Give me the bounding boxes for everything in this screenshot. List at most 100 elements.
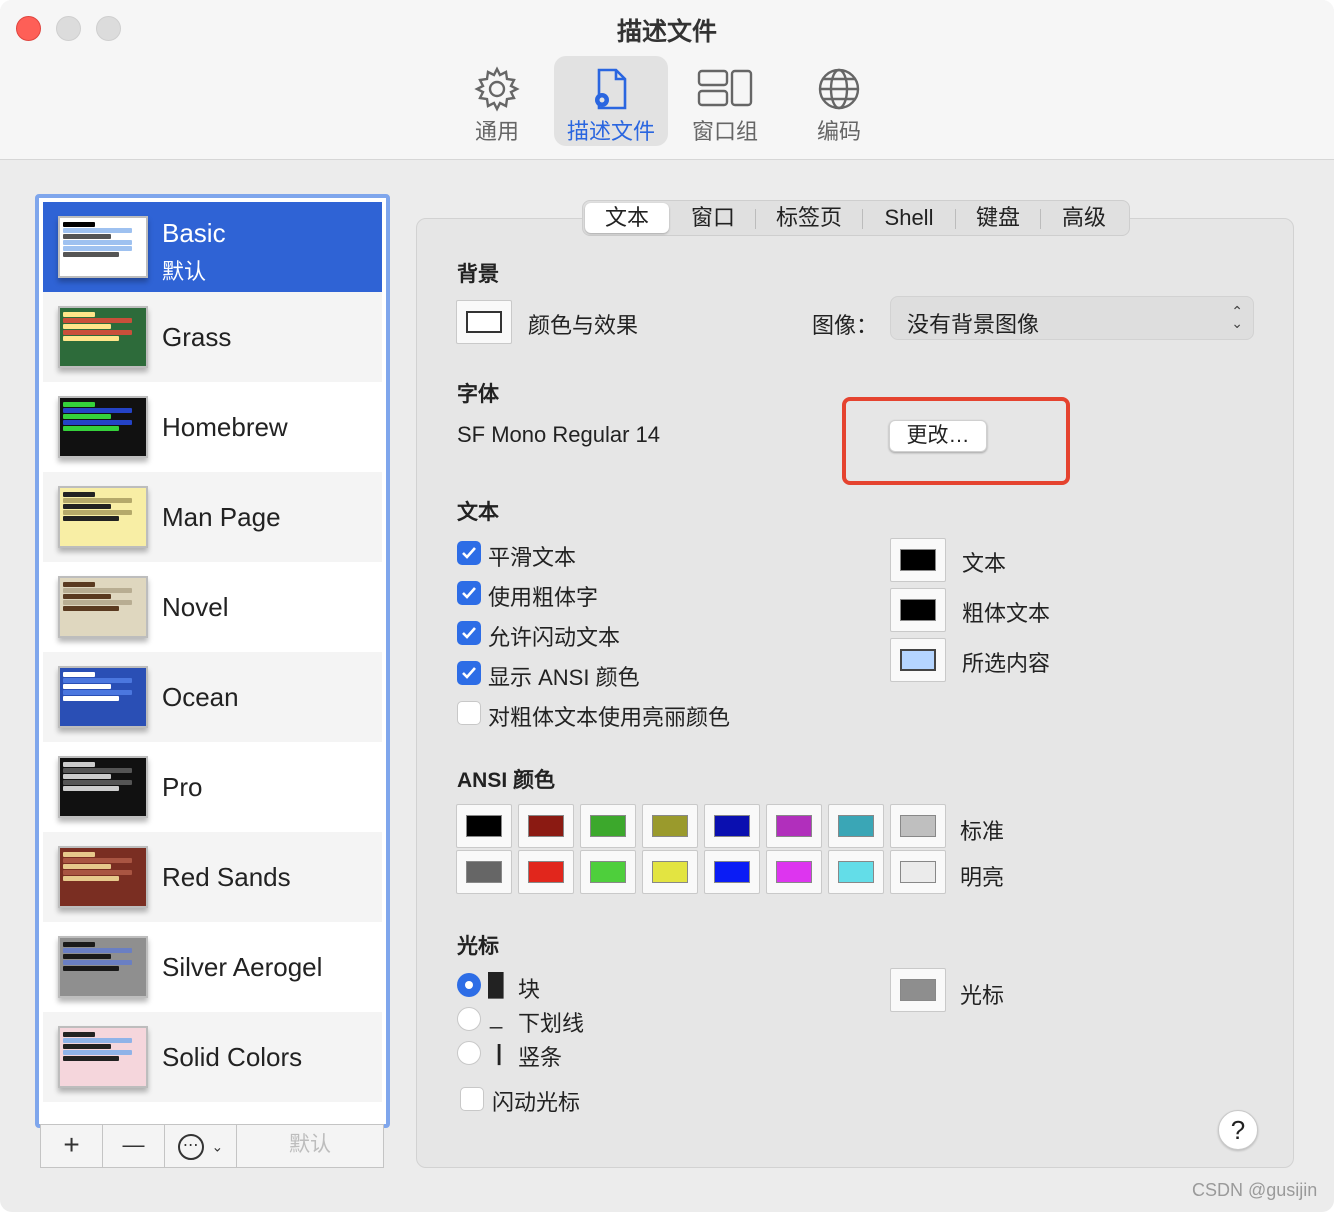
ansi-bright-color-well[interactable]	[580, 850, 636, 894]
selection-color-label: 所选内容	[962, 651, 1051, 676]
profile-item-grass[interactable]: Grass	[43, 292, 382, 382]
profile-document-icon	[595, 68, 627, 110]
ansi-normal-color-well[interactable]	[456, 804, 512, 848]
updown-chevron-icon: ⌃ ⌄	[1231, 303, 1243, 331]
profile-thumbnail	[58, 576, 148, 638]
text-color-well[interactable]	[890, 538, 946, 582]
blink-cursor-label: 闪动光标	[492, 1090, 581, 1115]
bold-fonts-label: 使用粗体字	[488, 585, 599, 610]
ansi-colors-checkbox[interactable]	[457, 661, 481, 685]
profile-thumbnail	[58, 846, 148, 908]
cursor-color-label: 光标	[960, 983, 1005, 1008]
profile-name: Grass	[162, 322, 232, 352]
bold-text-color-well[interactable]	[890, 588, 946, 632]
cursor-underline-radio[interactable]	[457, 1007, 481, 1031]
profile-item-red-sands[interactable]: Red Sands	[43, 832, 382, 922]
profile-thumbnail	[58, 396, 148, 458]
toolbar-label-profiles: 描述文件	[566, 119, 655, 144]
profile-list-controls: + — ⋯ ⌄ 默认	[40, 1124, 384, 1168]
remove-profile-button[interactable]: —	[103, 1125, 165, 1167]
blink-cursor-checkbox[interactable]	[460, 1087, 484, 1111]
ansi-bright-color-well[interactable]	[828, 850, 884, 894]
ansi-bright-color-well[interactable]	[766, 850, 822, 894]
background-image-select[interactable]: 没有背景图像 ⌃ ⌄	[890, 296, 1254, 340]
profile-item-silver-aerogel[interactable]: Silver Aerogel	[43, 922, 382, 1012]
tab-window[interactable]: 窗口	[671, 203, 755, 233]
profile-item-homebrew[interactable]: Homebrew	[43, 382, 382, 472]
add-profile-button[interactable]: +	[41, 1125, 103, 1167]
toolbar-label-encodings: 编码	[816, 119, 861, 144]
toolbar-label-window-groups: 窗口组	[691, 119, 758, 144]
blinking-text-label: 允许闪动文本	[488, 625, 621, 650]
toolbar-encodings[interactable]: 编码	[782, 56, 896, 146]
ansi-normal-color-well[interactable]	[766, 804, 822, 848]
tab-keyboard[interactable]: 键盘	[956, 203, 1040, 233]
profile-thumbnail	[58, 486, 148, 548]
ansi-normal-color-well[interactable]	[704, 804, 760, 848]
annotation-highlight-box	[842, 397, 1070, 485]
terminal-settings-window: 描述文件 通用 描述文件 窗口组 编码 Basic 默认 Grass Homeb…	[0, 0, 1334, 1212]
globe-icon	[818, 68, 860, 110]
profile-item-pro[interactable]: Pro	[43, 742, 382, 832]
checkmark-icon	[462, 547, 476, 559]
background-color-well[interactable]	[456, 300, 512, 344]
cursor-underline-label: 下划线	[518, 1011, 585, 1036]
cursor-color-well[interactable]	[890, 968, 946, 1012]
profile-name: Silver Aerogel	[162, 952, 323, 982]
ansi-bright-label: 明亮	[960, 865, 1005, 890]
ansi-bright-color-well[interactable]	[704, 850, 760, 894]
toolbar-profiles[interactable]: 描述文件	[554, 56, 668, 146]
blinking-text-checkbox[interactable]	[457, 621, 481, 645]
smooth-text-checkbox[interactable]	[457, 541, 481, 565]
ansi-bright-color-well[interactable]	[890, 850, 946, 894]
profile-name: Ocean	[162, 682, 239, 712]
set-default-button[interactable]: 默认	[237, 1125, 383, 1167]
selection-color-well[interactable]	[890, 638, 946, 682]
ansi-bright-color-well[interactable]	[642, 850, 698, 894]
ansi-colors-label: 显示 ANSI 颜色	[488, 665, 640, 690]
profile-item-ocean[interactable]: Ocean	[43, 652, 382, 742]
cursor-bar-radio[interactable]	[457, 1041, 481, 1065]
ansi-normal-color-well[interactable]	[828, 804, 884, 848]
checkmark-icon	[462, 587, 476, 599]
profile-thumbnail	[58, 666, 148, 728]
ansi-normal-color-well[interactable]	[518, 804, 574, 848]
bold-fonts-checkbox[interactable]	[457, 581, 481, 605]
ansi-bright-color-well[interactable]	[456, 850, 512, 894]
profile-item-solid-colors[interactable]: Solid Colors	[43, 1012, 382, 1102]
more-actions-button[interactable]: ⋯ ⌄	[165, 1125, 237, 1167]
color-effects-label: 颜色与效果	[528, 313, 639, 338]
profile-name: Man Page	[162, 502, 281, 532]
ansi-normal-color-well[interactable]	[890, 804, 946, 848]
ansi-normal-color-well[interactable]	[642, 804, 698, 848]
profile-thumbnail	[58, 1026, 148, 1088]
ansi-bright-color-well[interactable]	[518, 850, 574, 894]
bright-bold-checkbox[interactable]	[457, 701, 481, 725]
profile-list[interactable]: Basic 默认 Grass Homebrew Man Page Novel O…	[35, 194, 390, 1128]
checkmark-icon	[462, 667, 476, 679]
profile-item-basic[interactable]: Basic 默认	[43, 202, 382, 292]
profile-item-man-page[interactable]: Man Page	[43, 472, 382, 562]
toolbar-general[interactable]: 通用	[440, 56, 554, 146]
settings-tabs: 文本 窗口 标签页 Shell 键盘 高级	[582, 200, 1130, 236]
font-section-title: 字体	[457, 383, 499, 406]
cursor-bar-label: 竖条	[518, 1045, 563, 1070]
tab-text[interactable]: 文本	[585, 203, 669, 233]
profile-thumbnail	[58, 936, 148, 998]
profile-name: Novel	[162, 592, 229, 622]
profile-name: Homebrew	[162, 412, 288, 442]
watermark-text: CSDN @gusijin	[1192, 1180, 1318, 1200]
ellipsis-circle-icon: ⋯	[177, 1133, 204, 1160]
profile-name: Red Sands	[162, 862, 291, 892]
tab-shell[interactable]: Shell	[863, 203, 955, 233]
toolbar-window-groups[interactable]: 窗口组	[668, 56, 782, 146]
profile-item-novel[interactable]: Novel	[43, 562, 382, 652]
tab-tabs[interactable]: 标签页	[756, 203, 862, 233]
tab-advanced[interactable]: 高级	[1041, 203, 1127, 233]
ansi-normal-color-well[interactable]	[580, 804, 636, 848]
gear-icon	[474, 66, 520, 112]
text-section-title: 文本	[457, 501, 499, 524]
cursor-block-radio[interactable]	[457, 973, 481, 997]
background-section-title: 背景	[457, 263, 499, 286]
help-button[interactable]: ?	[1218, 1110, 1258, 1150]
